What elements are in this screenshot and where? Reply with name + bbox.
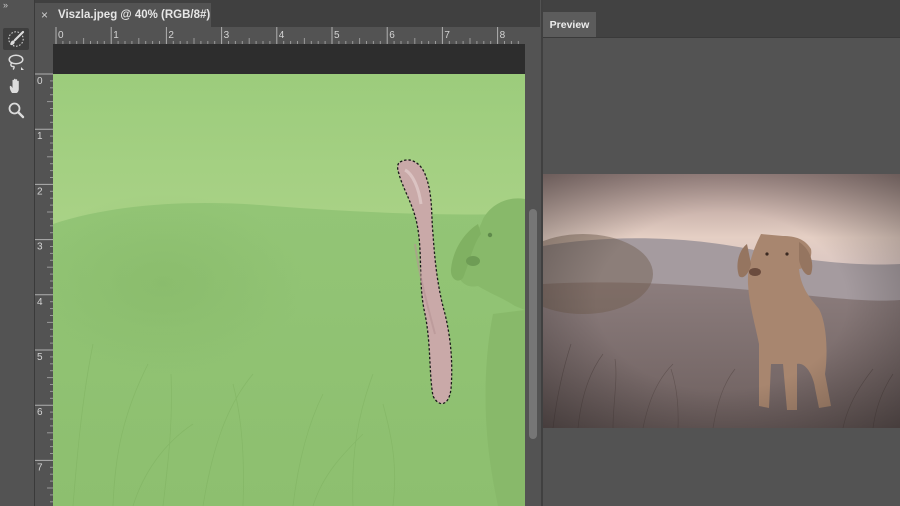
hand-icon xyxy=(9,78,19,93)
h-ruler-label: 2 xyxy=(168,30,174,41)
v-ruler-label: 0 xyxy=(37,76,43,87)
horizontal-ruler[interactable]: 0 1 2 3 4 5 6 7 8 xyxy=(53,27,525,45)
h-ruler-label: 0 xyxy=(58,30,64,41)
zoom-tool[interactable] xyxy=(3,99,29,121)
document-tab-title: Viszla.jpeg @ 40% (RGB/8#) xyxy=(58,9,211,21)
preview-image xyxy=(543,174,900,428)
tab-preview[interactable]: Preview xyxy=(543,12,596,37)
brush-icon xyxy=(8,30,25,47)
collapse-panel-icon[interactable]: » xyxy=(3,0,8,10)
scrollbar-thumb[interactable] xyxy=(529,209,537,439)
horizontal-ruler-ticks: 0 1 2 3 4 5 6 7 8 xyxy=(55,27,519,44)
magnifier-icon xyxy=(8,102,25,119)
h-ruler-label: 8 xyxy=(500,30,506,41)
ruler-origin[interactable] xyxy=(35,27,53,44)
refine-edge-brush-tool[interactable] xyxy=(3,28,29,50)
h-ruler-label: 7 xyxy=(444,30,450,41)
canvas-image xyxy=(53,74,525,506)
lasso-tool[interactable] xyxy=(3,51,29,73)
h-ruler-label: 6 xyxy=(389,30,395,41)
vertical-ruler-ticks: 0 1 2 3 4 5 6 7 xyxy=(35,73,53,503)
document-canvas[interactable] xyxy=(53,74,525,506)
close-tab-icon[interactable]: × xyxy=(41,8,53,22)
v-ruler-label: 6 xyxy=(37,407,43,418)
v-ruler-label: 4 xyxy=(37,297,43,308)
lasso-icon xyxy=(8,54,24,71)
hand-tool[interactable] xyxy=(3,75,29,97)
v-ruler-label: 5 xyxy=(37,352,43,363)
preview-panel xyxy=(543,38,900,506)
h-ruler-label: 5 xyxy=(334,30,340,41)
v-ruler-label: 3 xyxy=(37,242,43,253)
document-tab[interactable]: × Viszla.jpeg @ 40% (RGB/8#) xyxy=(35,3,211,27)
h-ruler-label: 4 xyxy=(279,30,285,41)
pasteboard xyxy=(53,44,525,74)
preview-tab-bar: Preview xyxy=(543,0,900,38)
preview-photo xyxy=(543,174,900,428)
v-ruler-label: 2 xyxy=(37,186,43,197)
tools-panel: » xyxy=(0,0,35,506)
v-ruler-label: 7 xyxy=(37,462,43,473)
vertical-scrollbar[interactable] xyxy=(525,44,541,506)
vertical-ruler[interactable]: 0 1 2 3 4 5 6 7 xyxy=(35,44,54,506)
document-tab-bar: × Viszla.jpeg @ 40% (RGB/8#) xyxy=(35,0,540,27)
v-ruler-label: 1 xyxy=(37,131,43,142)
h-ruler-label: 1 xyxy=(113,30,119,41)
h-ruler-label: 3 xyxy=(224,30,230,41)
